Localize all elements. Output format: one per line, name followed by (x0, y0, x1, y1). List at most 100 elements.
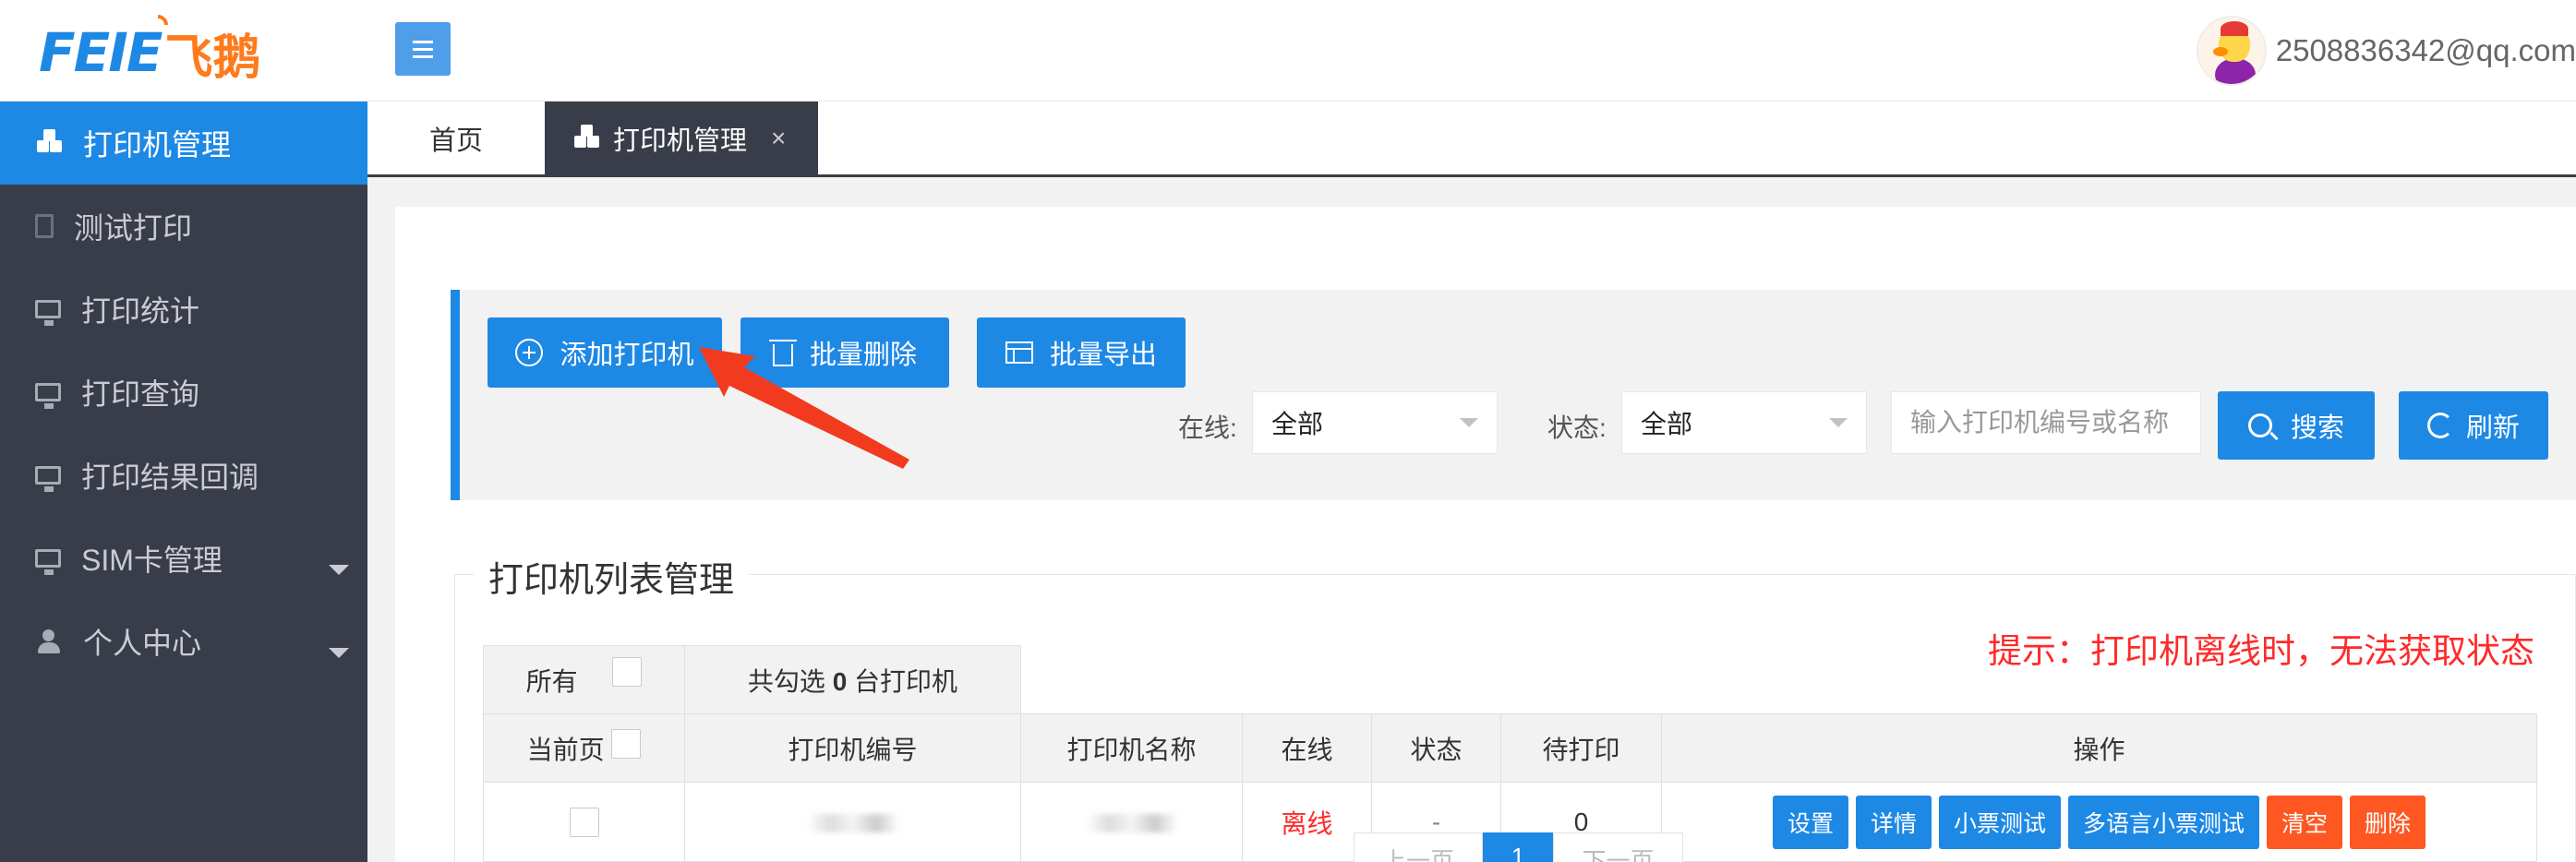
settings-button[interactable]: 设置 (1772, 795, 1848, 849)
printer-list-fieldset: 打印机列表管理 提示：打印机离线时，无法获取状态 所有 共勾选 0 台打印机 当 (454, 551, 2576, 862)
section-title: 打印机列表管理 (474, 551, 750, 602)
add-printer-button[interactable]: 添加打印机 (488, 317, 722, 388)
online-filter-select[interactable]: 全部 (1252, 391, 1498, 454)
redacted-sn (806, 814, 899, 833)
delete-button[interactable]: 删除 (2350, 795, 2426, 849)
monitor-icon (35, 466, 61, 492)
tab-label: 首页 (428, 126, 483, 156)
column-header-actions: 操作 (1661, 713, 2537, 783)
tab-bar: 首页 打印机管理 × (367, 102, 2576, 177)
offline-hint: 提示：打印机离线时，无法获取状态 (1988, 632, 2534, 670)
content-panel: 添加打印机 批量删除 批量导出 在线: 全部 状态: 全部 输入打印机编号或名称… (395, 207, 2576, 862)
multilang-receipt-test-button[interactable]: 多语言小票测试 (2068, 795, 2260, 849)
online-status: 离线 (1242, 782, 1372, 862)
tab-label: 打印机管理 (613, 126, 748, 156)
document-icon (35, 214, 54, 238)
table-header-row: 当前页 打印机编号 打印机名称 在线 状态 待打印 操作 (483, 713, 2537, 783)
column-header-name: 打印机名称 (1020, 713, 1243, 783)
feie-logo[interactable]: FEIE 飞鹅 (39, 10, 261, 86)
sidebar-item-label: 个人中心 (83, 627, 202, 660)
sidebar-item-label: 测试打印 (74, 211, 193, 245)
sidebar-item-print-query[interactable]: 打印查询 (0, 351, 367, 434)
batch-export-button[interactable]: 批量导出 (977, 317, 1186, 388)
next-page-button[interactable]: 下一页 (1553, 832, 1683, 862)
column-header-pending: 待打印 (1500, 713, 1662, 783)
hamburger-icon-line (413, 47, 433, 51)
logo-text-en: FEIE (39, 21, 163, 84)
cubes-icon (35, 129, 63, 155)
column-label: 当前页 (526, 735, 605, 764)
chevron-down-icon (1829, 418, 1848, 427)
tab-home[interactable]: 首页 (367, 102, 545, 175)
status-filter-label: 状态: (1547, 413, 1607, 442)
plus-circle-icon (515, 339, 544, 366)
button-label: 刷新 (2465, 413, 2520, 443)
menu-toggle-button[interactable] (395, 22, 451, 76)
selected-count: 0 (832, 666, 848, 696)
top-header: FEIE 飞鹅 2508836342@qq.com (0, 0, 2576, 102)
search-input[interactable] (1891, 391, 2201, 454)
actions-cell: 设置 详情 小票测试 多语言小票测试 清空 删除 (1661, 782, 2537, 862)
user-icon (35, 629, 63, 653)
chevron-down-icon (1460, 418, 1478, 427)
tab-printer-management[interactable]: 打印机管理 × (545, 102, 818, 175)
column-header-status: 状态 (1371, 713, 1501, 783)
hamburger-icon-line (413, 54, 433, 58)
sidebar-item-label: SIM卡管理 (81, 544, 223, 577)
sidebar-item-label: 打印统计 (81, 294, 200, 328)
logo-text-cn: 飞鹅 (164, 30, 261, 86)
selected-count-cell: 共勾选 0 台打印机 (684, 645, 1021, 714)
select-page-checkbox[interactable] (611, 729, 642, 760)
button-label: 搜索 (2290, 413, 2344, 443)
sidebar-item-label: 打印查询 (81, 377, 200, 411)
main-content: 添加打印机 批量删除 批量导出 在线: 全部 状态: 全部 输入打印机编号或名称… (367, 177, 2576, 862)
select-value: 全部 (1641, 410, 1693, 438)
monitor-icon (35, 383, 61, 409)
sidebar-item-personal-center[interactable]: 个人中心 (0, 600, 367, 683)
sidebar-item-label: 打印机管理 (83, 128, 232, 162)
printer-sn (684, 782, 1021, 862)
user-email[interactable]: 2508836342@qq.com (2276, 33, 2576, 68)
selected-prefix: 共勾选 (747, 666, 833, 696)
search-icon (2247, 413, 2272, 437)
row-select-cell (483, 782, 685, 862)
button-label: 批量删除 (809, 341, 917, 370)
receipt-test-button[interactable]: 小票测试 (1938, 795, 2061, 849)
batch-delete-button[interactable]: 批量删除 (740, 317, 949, 388)
row-checkbox[interactable] (569, 808, 599, 838)
search-button[interactable]: 搜索 (2218, 391, 2375, 460)
button-label: 批量导出 (1049, 341, 1157, 370)
user-menu[interactable]: 2508836342@qq.com (2196, 13, 2576, 89)
sidebar-item-print-callback[interactable]: 打印结果回调 (0, 434, 367, 517)
redacted-name (1085, 814, 1178, 833)
hamburger-icon-line (413, 40, 433, 43)
pagination: 上一页 1 下一页 (1354, 832, 1683, 862)
sidebar-item-printer-management[interactable]: 打印机管理 (0, 102, 367, 185)
cubes-icon (572, 125, 600, 150)
chevron-down-icon (329, 565, 349, 575)
sidebar-item-print-statistics[interactable]: 打印统计 (0, 268, 367, 351)
avatar[interactable] (2196, 16, 2267, 86)
selected-suffix: 台打印机 (847, 666, 958, 696)
trash-icon (768, 340, 797, 366)
page-1-button[interactable]: 1 (1483, 832, 1554, 862)
prev-page-button[interactable]: 上一页 (1354, 832, 1484, 862)
clear-button[interactable]: 清空 (2267, 795, 2343, 849)
toolbar: 添加打印机 批量删除 批量导出 在线: 全部 状态: 全部 输入打印机编号或名称… (451, 290, 2576, 500)
close-icon[interactable]: × (771, 124, 786, 153)
select-all-label: 所有 (525, 666, 578, 696)
details-button[interactable]: 详情 (1855, 795, 1932, 849)
sidebar-item-test-print[interactable]: 测试打印 (0, 185, 367, 268)
refresh-button[interactable]: 刷新 (2399, 391, 2548, 460)
sidebar-item-label: 打印结果回调 (81, 461, 259, 494)
status-filter-select[interactable]: 全部 (1621, 391, 1867, 454)
printer-name (1020, 782, 1243, 862)
refresh-icon (2426, 413, 2453, 438)
chevron-down-icon (329, 648, 349, 658)
select-all-cell: 所有 (483, 645, 685, 714)
online-filter-label: 在线: (1178, 413, 1237, 442)
sidebar: 打印机管理 测试打印 打印统计 打印查询 打印结果回调 SIM卡管理 个人中心 (0, 102, 367, 862)
select-all-checkbox[interactable] (612, 657, 643, 688)
select-value: 全部 (1271, 410, 1324, 438)
sidebar-item-sim-management[interactable]: SIM卡管理 (0, 517, 367, 600)
